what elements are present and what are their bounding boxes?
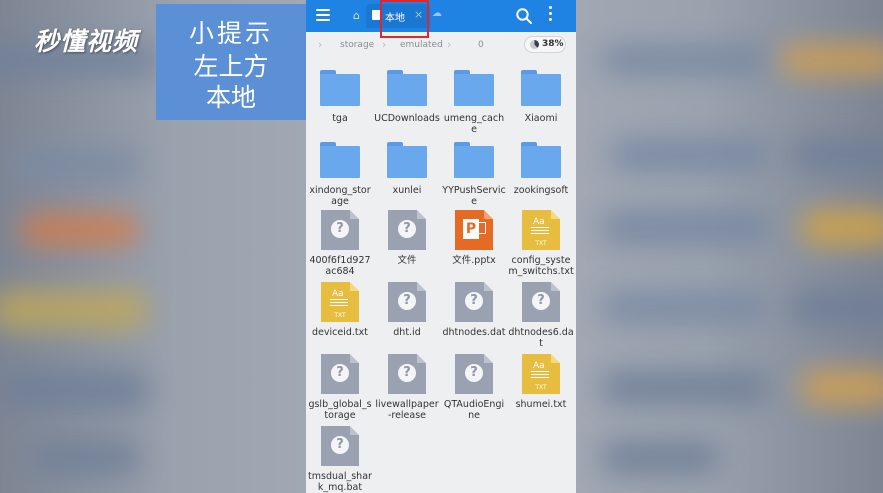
- video-logo-watermark: 秒懂视频: [34, 27, 139, 56]
- text-file-icon: Aa TXT: [321, 282, 359, 322]
- folder-icon: [320, 70, 360, 106]
- folder-item[interactable]: xindong_storage: [306, 138, 374, 207]
- folder-item[interactable]: tga: [306, 66, 374, 124]
- search-icon[interactable]: [515, 7, 533, 25]
- file-name: YYPushService: [442, 185, 506, 207]
- unknown-file-icon: ?: [455, 282, 493, 322]
- file-name: tmsdual_shark_mq.bat: [308, 471, 372, 493]
- file-name: dhtnodes.dat: [442, 327, 506, 338]
- unknown-file-icon: ?: [388, 210, 426, 250]
- home-icon[interactable]: ⌂: [353, 9, 360, 22]
- pie-chart-icon: [530, 40, 539, 49]
- file-item[interactable]: ? gslb_global_storage: [306, 354, 374, 421]
- file-name: deviceid.txt: [312, 327, 368, 338]
- unknown-file-icon: ?: [388, 282, 426, 322]
- file-name: gslb_global_storage: [308, 399, 372, 421]
- unknown-file-icon: ?: [321, 354, 359, 394]
- tip-line-2: 本地: [205, 83, 256, 112]
- powerpoint-file-icon: P: [455, 210, 493, 250]
- file-manager-screen: ⌂ 本地 × ☁ › storage › emulated › 0 38% tg…: [306, 0, 576, 493]
- tip-line-1: 左上方: [193, 52, 269, 81]
- file-item[interactable]: Aa TXT deviceid.txt: [306, 282, 374, 338]
- file-name: dhtnodes6.dat: [508, 327, 574, 349]
- file-name: config_system_switchs.txt: [508, 255, 574, 277]
- folder-item[interactable]: xunlei: [373, 138, 441, 196]
- file-name: Xiaomi: [524, 113, 558, 124]
- file-name: UCDownloads: [374, 113, 440, 124]
- folder-item[interactable]: YYPushService: [440, 138, 508, 207]
- menu-icon[interactable]: [316, 9, 330, 21]
- file-name: 400f6f1d927ac684: [309, 255, 371, 277]
- file-name: xunlei: [392, 185, 422, 196]
- chevron-right-icon: ›: [318, 38, 323, 51]
- tip-overlay: 小提示 左上方 本地: [156, 4, 306, 120]
- file-name: 文件: [397, 255, 417, 266]
- tip-body: 左上方 本地: [156, 51, 306, 113]
- file-item[interactable]: ? dhtnodes6.dat: [507, 282, 575, 349]
- file-item[interactable]: Aa TXT config_system_switchs.txt: [507, 210, 575, 277]
- file-name: dht.id: [393, 327, 421, 338]
- cloud-icon[interactable]: ☁: [432, 8, 442, 19]
- folder-icon: [454, 70, 494, 106]
- file-name: xindong_storage: [309, 185, 371, 207]
- breadcrumb: › storage › emulated › 0 38%: [306, 32, 576, 58]
- folder-icon: [387, 142, 427, 178]
- document-icon: [372, 10, 380, 20]
- file-name: umeng_cache: [443, 113, 505, 135]
- storage-percent: 38%: [542, 39, 564, 49]
- more-vertical-icon[interactable]: [546, 6, 554, 24]
- chevron-right-icon: ›: [382, 38, 387, 51]
- folder-icon: [320, 142, 360, 178]
- file-name: QTAudioEngine: [443, 399, 505, 421]
- file-item[interactable]: ? QTAudioEngine: [440, 354, 508, 421]
- unknown-file-icon: ?: [321, 426, 359, 466]
- storage-usage-badge[interactable]: 38%: [524, 36, 566, 53]
- file-item[interactable]: ? livewallpaper-release: [373, 354, 441, 421]
- file-item[interactable]: Aa TXT shumei.txt: [507, 354, 575, 410]
- breadcrumb-storage[interactable]: storage: [340, 40, 374, 50]
- folder-item[interactable]: zookingsoft: [507, 138, 575, 196]
- file-item[interactable]: ? dhtnodes.dat: [440, 282, 508, 338]
- unknown-file-icon: ?: [522, 282, 560, 322]
- folder-icon: [521, 70, 561, 106]
- folder-item[interactable]: umeng_cache: [440, 66, 508, 135]
- text-file-icon: Aa TXT: [522, 354, 560, 394]
- top-bar: ⌂ 本地 × ☁: [306, 0, 576, 32]
- highlight-box: [380, 0, 429, 38]
- breadcrumb-emulated[interactable]: emulated: [400, 40, 443, 50]
- unknown-file-icon: ?: [455, 354, 493, 394]
- unknown-file-icon: ?: [321, 210, 359, 250]
- file-item[interactable]: P 文件.pptx: [440, 210, 508, 266]
- file-name: livewallpaper-release: [375, 399, 439, 421]
- file-item[interactable]: ? 文件: [373, 210, 441, 266]
- tip-title: 小提示: [188, 19, 273, 48]
- file-name: zookingsoft: [513, 185, 569, 196]
- folder-item[interactable]: UCDownloads: [373, 66, 441, 124]
- file-item[interactable]: ? 400f6f1d927ac684: [306, 210, 374, 277]
- unknown-file-icon: ?: [388, 354, 426, 394]
- file-name: 文件.pptx: [452, 255, 496, 266]
- breadcrumb-0[interactable]: 0: [478, 40, 484, 50]
- folder-icon: [387, 70, 427, 106]
- text-file-icon: Aa TXT: [522, 210, 560, 250]
- file-name: shumei.txt: [515, 399, 567, 410]
- file-item[interactable]: ? dht.id: [373, 282, 441, 338]
- folder-item[interactable]: Xiaomi: [507, 66, 575, 124]
- folder-icon: [454, 142, 494, 178]
- file-item[interactable]: ? tmsdual_shark_mq.bat: [306, 426, 374, 493]
- chevron-right-icon: ›: [447, 38, 452, 51]
- file-name: tga: [332, 113, 348, 124]
- folder-icon: [521, 142, 561, 178]
